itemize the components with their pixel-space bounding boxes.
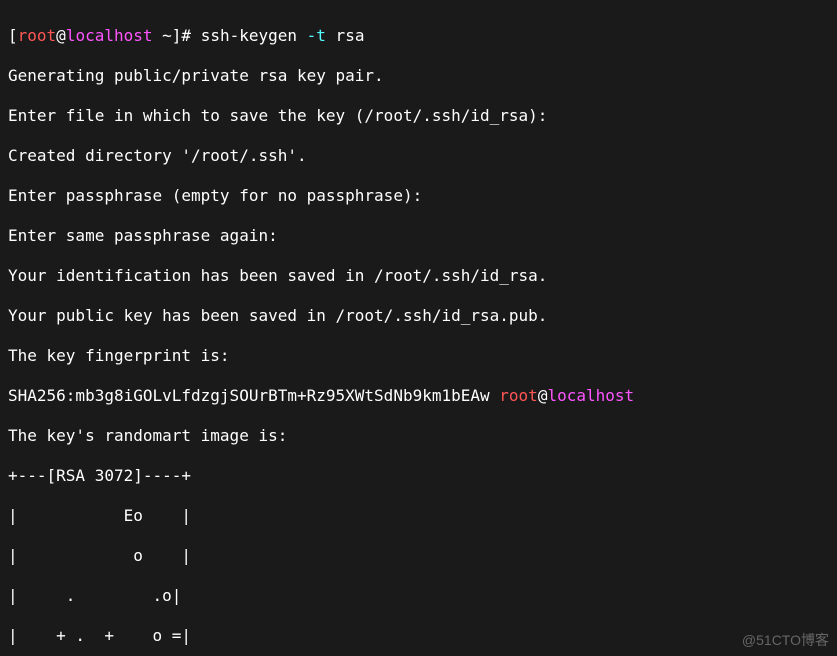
output-line: Your identification has been saved in /r… xyxy=(8,266,829,286)
prompt-host: localhost xyxy=(66,26,153,45)
fingerprint-user: root xyxy=(499,386,538,405)
cmd-keygen: ssh-keygen xyxy=(201,26,307,45)
output-line: Your public key has been saved in /root/… xyxy=(8,306,829,326)
cmd-rsa: rsa xyxy=(326,26,365,45)
randomart-line: | . .o| xyxy=(8,586,829,606)
prompt-at: @ xyxy=(56,26,66,45)
output-line: Generating public/private rsa key pair. xyxy=(8,66,829,86)
randomart-line: | o | xyxy=(8,546,829,566)
prompt-user: root xyxy=(18,26,57,45)
prompt-rest: ~]# xyxy=(153,26,201,45)
terminal-window[interactable]: [root@localhost ~]# ssh-keygen -t rsa Ge… xyxy=(0,0,837,656)
prompt-line-1: [root@localhost ~]# ssh-keygen -t rsa xyxy=(8,26,829,46)
watermark-text: @51CTO博客 xyxy=(742,630,829,650)
randomart-line: +---[RSA 3072]----+ xyxy=(8,466,829,486)
output-line: Enter same passphrase again: xyxy=(8,226,829,246)
fingerprint-hash: SHA256:mb3g8iGOLvLfdzgjSOUrBTm+Rz95XWtSd… xyxy=(8,386,499,405)
output-line: Enter passphrase (empty for no passphras… xyxy=(8,186,829,206)
randomart-line: | + . + o =| xyxy=(8,626,829,646)
randomart-title: The key's randomart image is: xyxy=(8,426,829,446)
fingerprint-line: SHA256:mb3g8iGOLvLfdzgjSOUrBTm+Rz95XWtSd… xyxy=(8,386,829,406)
output-line: Enter file in which to save the key (/ro… xyxy=(8,106,829,126)
randomart-line: | Eo | xyxy=(8,506,829,526)
cmd-opt-t: -t xyxy=(307,26,326,45)
bracket-open: [ xyxy=(8,26,18,45)
fingerprint-host: localhost xyxy=(547,386,634,405)
output-line: Created directory '/root/.ssh'. xyxy=(8,146,829,166)
output-line: The key fingerprint is: xyxy=(8,346,829,366)
fingerprint-at: @ xyxy=(538,386,548,405)
